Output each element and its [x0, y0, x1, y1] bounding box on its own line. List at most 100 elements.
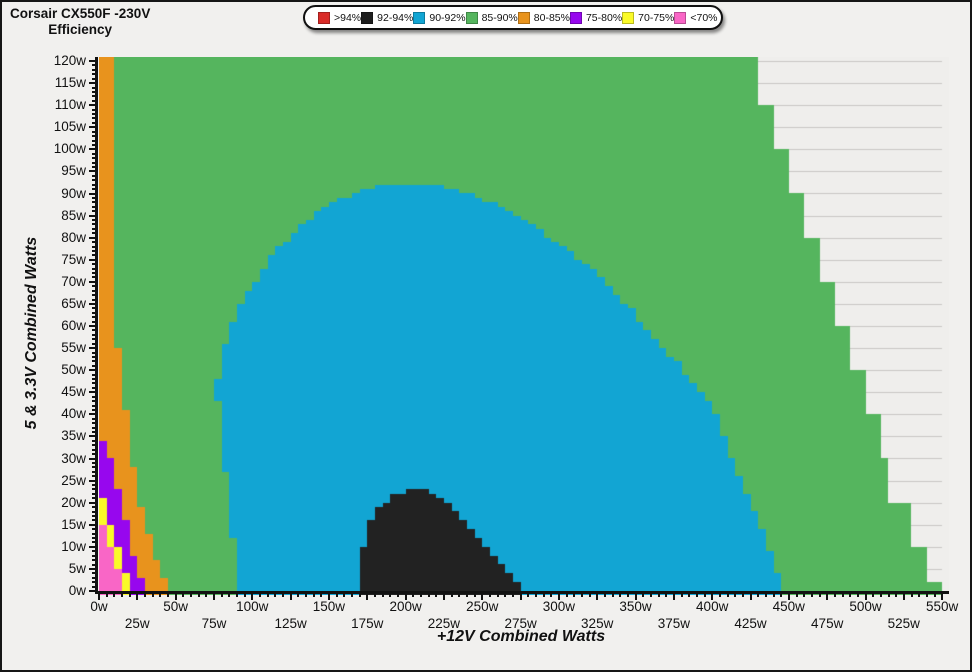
y-axis-minor-tick [92, 143, 96, 146]
y-axis-minor-tick [92, 95, 96, 98]
y-axis-minor-tick [92, 166, 96, 168]
x-axis-minor-tick [657, 594, 660, 597]
y-axis-minor-tick [92, 338, 96, 341]
x-axis-minor-tick [504, 594, 507, 597]
y-axis-minor-tick [92, 157, 96, 160]
x-axis-minor-tick [190, 594, 192, 597]
x-axis-minor-tick [358, 594, 361, 597]
y-axis-tick-label: 90w [61, 185, 86, 201]
y-axis-major-tick [89, 302, 96, 305]
y-axis-minor-tick [92, 400, 96, 403]
y-axis-minor-tick [92, 227, 96, 230]
x-axis-title: +12V Combined Watts [436, 628, 606, 645]
legend-label: 75-80% [585, 11, 623, 24]
x-axis-minor-tick [320, 594, 323, 597]
x-axis-tick-label: 250w [466, 599, 499, 614]
x-axis-tick-label: 400w [696, 599, 729, 614]
x-axis-minor-tick [105, 594, 108, 597]
legend-label: 70-75% [638, 11, 675, 24]
y-axis-minor-tick [92, 484, 96, 486]
x-axis-major-tick [213, 594, 215, 600]
x-axis-minor-tick [121, 594, 123, 597]
y-axis-minor-tick [92, 135, 96, 138]
x-axis-minor-tick [274, 594, 277, 597]
x-axis-minor-tick [573, 594, 576, 597]
x-axis-major-tick [826, 594, 829, 600]
x-axis-tick-label: 125w [274, 616, 307, 631]
legend-item: 90-92% [413, 11, 466, 24]
x-axis-minor-tick [305, 594, 307, 597]
y-axis-minor-tick [92, 179, 96, 182]
y-axis-minor-tick [92, 382, 96, 385]
y-axis-major-tick [89, 280, 96, 283]
y-axis-tick-label: 70w [61, 273, 86, 289]
x-axis-minor-tick [350, 594, 353, 597]
y-axis-major-tick [89, 567, 96, 570]
x-axis-tick-label: 200w [389, 599, 422, 614]
x-axis-minor-tick [780, 594, 783, 597]
y-axis-minor-tick [92, 205, 96, 208]
x-axis-minor-tick [918, 594, 921, 597]
x-axis-major-tick [596, 594, 599, 600]
y-axis-minor-tick [92, 86, 96, 89]
y-axis-minor-tick [92, 117, 96, 120]
legend-item: 70-75% [622, 11, 675, 24]
x-axis-minor-tick [465, 594, 468, 597]
x-axis-minor-tick [435, 594, 438, 597]
y-axis-minor-tick [92, 183, 96, 186]
y-axis-minor-tick [92, 519, 96, 522]
y-axis-minor-tick [92, 219, 96, 221]
x-axis-tick-label: 25w [124, 616, 150, 631]
x-axis-minor-tick [312, 594, 315, 597]
x-axis-minor-tick [588, 594, 591, 597]
x-axis-minor-tick [488, 594, 491, 597]
x-axis-major-tick [442, 594, 445, 600]
legend-item: 92-94% [361, 11, 414, 24]
legend-label: 92-94% [377, 11, 414, 24]
y-axis-minor-tick [92, 364, 96, 367]
legend-swatch [517, 11, 530, 24]
y-axis-minor-tick [92, 241, 96, 244]
x-axis-minor-tick [726, 594, 729, 597]
y-axis-tick-label: 85w [61, 207, 86, 223]
x-axis-minor-tick [688, 594, 691, 597]
x-axis-tick-label: 425w [734, 616, 767, 631]
x-axis-minor-tick [182, 594, 185, 597]
y-axis-minor-tick [92, 528, 96, 531]
x-axis-minor-tick [611, 594, 614, 597]
y-axis-major-tick [89, 369, 96, 372]
y-axis-minor-tick [92, 223, 96, 226]
y-axis-minor-tick [92, 64, 96, 67]
y-axis-tick-label: 30w [61, 450, 86, 466]
x-axis-minor-tick [197, 594, 200, 597]
y-axis-major-tick [89, 501, 96, 504]
x-axis-minor-tick [412, 594, 415, 597]
y-axis-major-tick [89, 347, 96, 350]
y-axis-tick-label: 15w [61, 516, 86, 532]
y-axis-minor-tick [92, 108, 96, 111]
y-axis-minor-tick [92, 448, 96, 451]
x-axis-minor-tick [205, 594, 208, 597]
x-axis-minor-tick [266, 594, 269, 597]
y-axis-major-tick [89, 457, 96, 460]
y-axis-major-tick [89, 126, 96, 129]
legend-item: 80-85% [517, 11, 570, 24]
x-axis-minor-tick [373, 594, 376, 597]
x-axis-tick-label: 150w [312, 599, 346, 614]
legend-item: 85-90% [465, 11, 518, 24]
y-axis-major-tick [89, 258, 96, 261]
y-axis-minor-tick [92, 475, 96, 478]
y-axis-minor-tick [92, 422, 96, 425]
y-axis-minor-tick [92, 73, 96, 76]
x-axis-minor-tick [872, 594, 875, 597]
legend-label: >94% [334, 11, 362, 24]
y-axis-minor-tick [92, 130, 96, 133]
x-axis-tick-label: 100w [236, 599, 269, 614]
legend-item: >94% [318, 11, 362, 24]
y-axis-tick-label: 0w [68, 583, 86, 598]
y-axis-minor-tick [92, 572, 96, 575]
x-axis-minor-tick [458, 594, 461, 597]
y-axis-minor-tick [92, 99, 96, 102]
y-axis-tick-label: 105w [53, 119, 86, 135]
x-axis-minor-tick [757, 594, 760, 597]
